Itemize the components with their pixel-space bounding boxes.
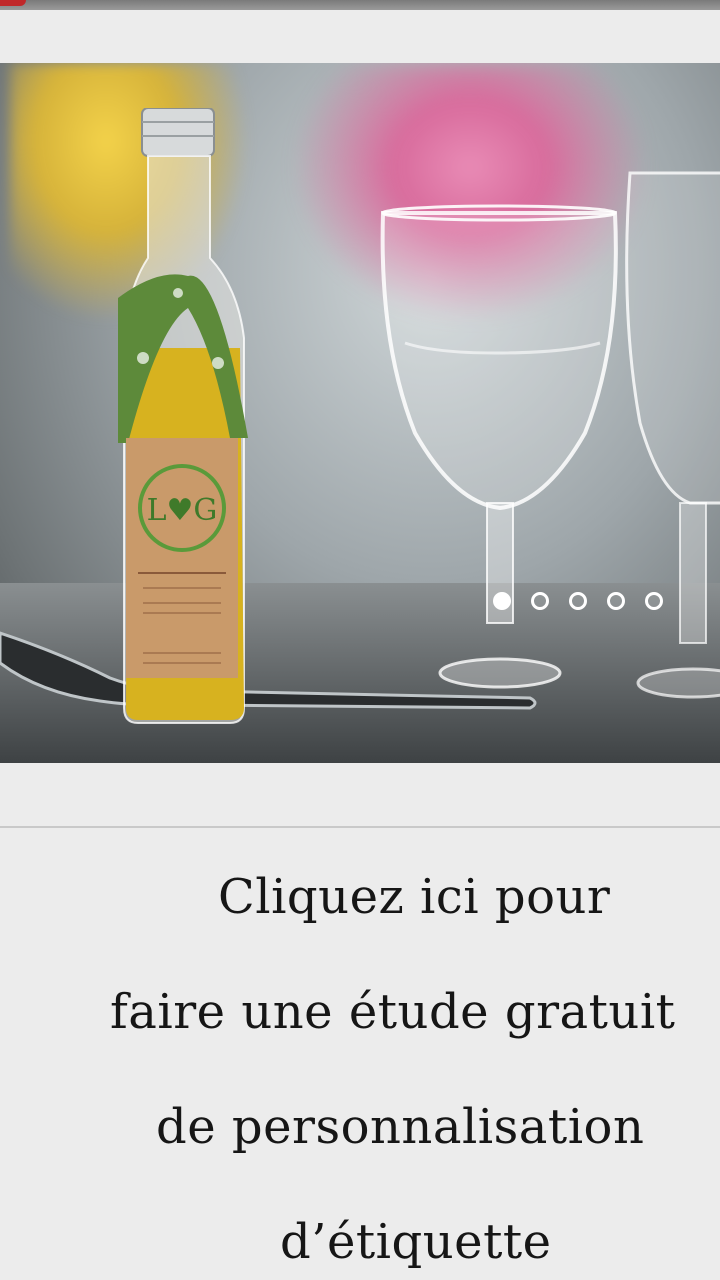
slider-dot-5[interactable]	[645, 592, 663, 610]
slider-pagination	[493, 586, 663, 616]
app-accent-tab	[0, 0, 26, 6]
slider-dot-2[interactable]	[531, 592, 549, 610]
spoon	[0, 631, 537, 710]
section-divider	[0, 826, 720, 828]
wine-glass-back	[625, 171, 720, 699]
slider-dot-4[interactable]	[607, 592, 625, 610]
cta-line-4: d’étiquette	[280, 1214, 552, 1270]
top-status-bar	[0, 0, 720, 10]
image-slider[interactable]: L♥G	[0, 63, 720, 763]
header-strip	[0, 10, 720, 63]
cta-link[interactable]: Cliquez ici pour faire une étude gratuit…	[0, 829, 720, 1280]
cta-line-1: Cliquez ici pour	[218, 869, 611, 925]
olive-oil-bottle: L♥G	[118, 108, 248, 724]
cta-line-2: faire une étude gratuit	[110, 984, 676, 1040]
cta-line-3: de personnalisation	[156, 1099, 645, 1155]
slider-dot-1[interactable]	[493, 592, 511, 610]
slider-dot-3[interactable]	[569, 592, 587, 610]
label-monogram: L♥G	[147, 493, 218, 528]
